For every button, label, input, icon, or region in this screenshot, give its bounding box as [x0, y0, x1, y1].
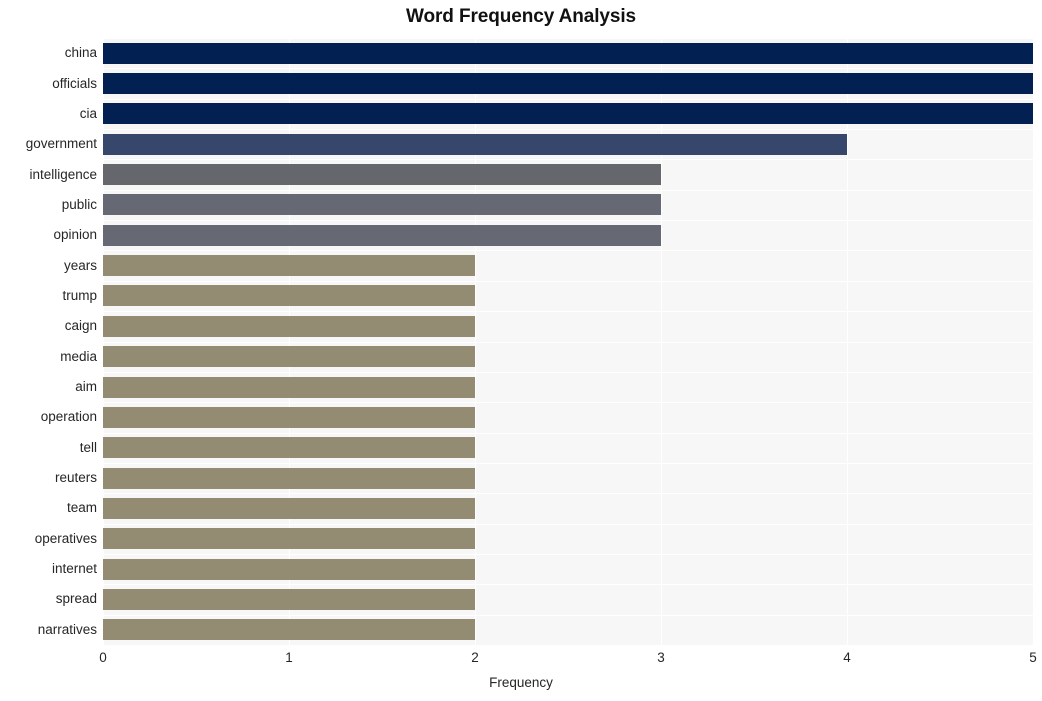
gridline-horizontal	[103, 281, 1033, 282]
gridline-horizontal	[103, 402, 1033, 403]
y-tick-label-operatives: operatives	[34, 530, 97, 546]
y-tick-label-trump: trump	[62, 287, 97, 303]
bar-media	[103, 346, 475, 368]
bar-trump	[103, 285, 475, 307]
gridline-horizontal	[103, 311, 1033, 312]
gridline-vertical	[475, 38, 476, 645]
y-tick-label-media: media	[60, 348, 97, 364]
gridline-horizontal	[103, 554, 1033, 555]
x-axis-tick-labels: 0 1 2 3 4 5	[0, 650, 1042, 670]
bar-reuters	[103, 467, 475, 489]
y-tick-label-reuters: reuters	[54, 470, 97, 486]
bar-tell	[103, 437, 475, 459]
gridline-horizontal	[103, 463, 1033, 464]
gridline-horizontal	[103, 68, 1033, 69]
bar-spread	[103, 588, 475, 610]
bar-public	[103, 194, 661, 216]
bar-operatives	[103, 528, 475, 550]
y-tick-label-operation: operation	[40, 409, 97, 425]
bar-cia	[103, 103, 1033, 125]
x-axis-title: Frequency	[489, 675, 553, 690]
gridline-horizontal	[103, 342, 1033, 343]
gridline-vertical	[661, 38, 662, 645]
gridline-horizontal	[103, 250, 1033, 251]
gridline-horizontal	[103, 584, 1033, 585]
bar-government	[103, 133, 847, 155]
gridline-vertical	[103, 38, 104, 645]
gridline-horizontal	[103, 220, 1033, 221]
y-tick-label-team: team	[66, 500, 97, 516]
bar-aim	[103, 376, 475, 398]
y-tick-label-aim: aim	[75, 379, 97, 395]
bar-team	[103, 497, 475, 519]
y-tick-label-tell: tell	[79, 439, 97, 455]
y-tick-label-years: years	[63, 257, 97, 273]
gridline-horizontal	[103, 493, 1033, 494]
bar-operation	[103, 406, 475, 428]
y-tick-label-china: china	[64, 45, 97, 61]
gridline-horizontal	[103, 129, 1033, 130]
x-tick-label-4: 4	[843, 650, 851, 665]
bar-years	[103, 255, 475, 277]
gridline-horizontal	[103, 190, 1033, 191]
gridline-horizontal	[103, 524, 1033, 525]
bar-narratives	[103, 619, 475, 641]
bar-intelligence	[103, 164, 661, 186]
x-tick-label-1: 1	[285, 650, 293, 665]
gridline-horizontal	[103, 433, 1033, 434]
gridline-vertical	[289, 38, 290, 645]
y-tick-label-narratives: narratives	[37, 621, 97, 637]
x-tick-label-5: 5	[1029, 650, 1037, 665]
gridline-horizontal	[103, 372, 1033, 373]
y-tick-label-government: government	[25, 136, 97, 152]
x-tick-label-0: 0	[99, 650, 107, 665]
bar-china	[103, 42, 1033, 64]
bar-caign	[103, 315, 475, 337]
y-tick-label-opinion: opinion	[53, 227, 97, 243]
x-tick-label-3: 3	[657, 650, 665, 665]
gridline-horizontal	[103, 38, 1033, 39]
y-tick-label-internet: internet	[51, 561, 97, 577]
gridline-vertical	[847, 38, 848, 645]
y-tick-label-intelligence: intelligence	[29, 166, 97, 182]
y-tick-label-officials: officials	[52, 75, 97, 91]
y-tick-label-cia: cia	[79, 105, 97, 121]
bar-internet	[103, 558, 475, 580]
word-frequency-chart-figure: Word Frequency Analysis china officials ci…	[0, 0, 1042, 701]
y-axis-tick-labels: china officials cia government intelligence p…	[0, 38, 97, 645]
y-tick-label-spread: spread	[55, 591, 97, 607]
chart-title: Word Frequency Analysis	[406, 6, 636, 27]
bar-officials	[103, 73, 1033, 95]
gridline-horizontal	[103, 615, 1033, 616]
bar-opinion	[103, 224, 661, 246]
gridline-horizontal	[103, 159, 1033, 160]
y-tick-label-public: public	[61, 196, 97, 212]
plot-area	[103, 38, 1033, 645]
y-tick-label-caign: caign	[64, 318, 97, 334]
gridline-horizontal	[103, 99, 1033, 100]
x-tick-label-2: 2	[471, 650, 479, 665]
